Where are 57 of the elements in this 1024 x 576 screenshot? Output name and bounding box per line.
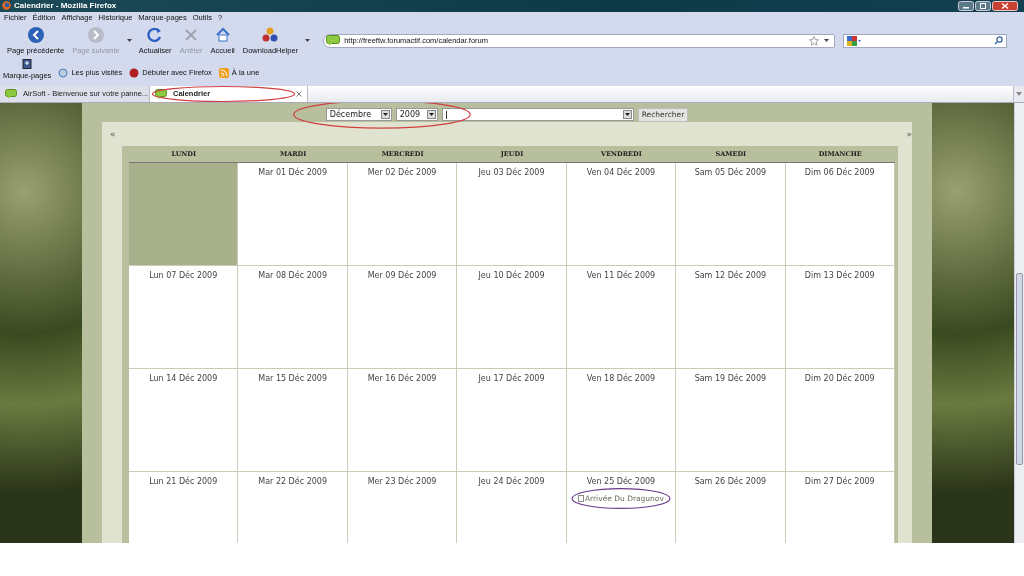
day-date: Mar 08 Déc 2009	[258, 270, 327, 280]
window-title: Calendrier - Mozilla Firefox	[14, 1, 118, 11]
day-date: Dim 13 Déc 2009	[804, 270, 875, 280]
caret-icon	[624, 113, 630, 117]
day-date: Mar 01 Déc 2009	[258, 167, 327, 177]
day-date: Sam 05 Déc 2009	[694, 167, 767, 177]
day-date: Jeu 24 Déc 2009	[478, 476, 545, 486]
day-date: Jeu 10 Déc 2009	[478, 270, 545, 280]
day-date: Mer 16 Déc 2009	[367, 373, 437, 383]
search-engine-icon[interactable]	[847, 35, 862, 46]
blob-icon	[129, 67, 140, 78]
day-date: Dim 20 Déc 2009	[804, 373, 875, 383]
day-date: Ven 18 Déc 2009	[586, 373, 656, 383]
day-date: Ven 11 Déc 2009	[586, 270, 656, 280]
magnifier-icon	[58, 67, 69, 78]
day-date: Lun 07 Déc 2009	[149, 270, 218, 280]
day-date: Ven 04 Déc 2009	[586, 167, 656, 177]
close-icon[interactable]	[296, 90, 302, 97]
close-button[interactable]	[992, 1, 1018, 11]
day-date: Ven 25 Déc 2009	[586, 476, 656, 486]
speech-bubble-icon	[5, 88, 17, 99]
day-date: Mar 15 Déc 2009	[258, 373, 327, 383]
dropdown[interactable]: Décembre	[325, 108, 392, 122]
day-date: Sam 19 Déc 2009	[694, 373, 767, 383]
next-month-link[interactable]: »	[906, 128, 912, 139]
feed-icon	[218, 67, 229, 78]
search-icon[interactable]	[994, 36, 1004, 46]
search-field[interactable]	[843, 33, 1008, 48]
speech-bubble-icon	[155, 88, 167, 99]
day-date: Jeu 17 Déc 2009	[478, 373, 545, 383]
caret-icon[interactable]	[823, 38, 831, 44]
day-date: Mer 23 Déc 2009	[367, 476, 437, 486]
speech-bubble-icon	[326, 35, 341, 47]
day-date: Lun 21 Déc 2009	[149, 476, 218, 486]
scrollbar[interactable]	[1014, 102, 1024, 544]
minimize-button[interactable]	[958, 1, 974, 11]
day-date: Lun 14 Déc 2009	[149, 373, 218, 383]
firefox-logo-icon	[2, 1, 11, 11]
day-date: Mer 09 Déc 2009	[367, 270, 437, 280]
previous-month-link[interactable]: «	[110, 128, 116, 139]
day-date: Mar 22 Déc 2009	[258, 476, 327, 486]
day-date: Jeu 03 Déc 2009	[478, 167, 545, 177]
day-date: Dim 06 Déc 2009	[804, 167, 875, 177]
caret-icon[interactable]	[125, 38, 133, 44]
dropdown[interactable]: 2009	[395, 108, 438, 122]
star-icon[interactable]	[809, 35, 820, 46]
caret-icon	[428, 113, 434, 117]
day-date: Dim 27 Déc 2009	[804, 476, 875, 486]
bookmarks-icon	[22, 58, 33, 69]
day-date: Mer 02 Déc 2009	[367, 167, 437, 177]
caret-icon	[382, 113, 388, 117]
caret-icon[interactable]	[304, 38, 312, 44]
day-date: Sam 12 Déc 2009	[694, 270, 767, 280]
event-icon	[577, 494, 584, 502]
search-field[interactable]	[441, 108, 634, 122]
maximize-button[interactable]	[975, 1, 991, 11]
day-date: Sam 26 Déc 2009	[694, 476, 767, 486]
